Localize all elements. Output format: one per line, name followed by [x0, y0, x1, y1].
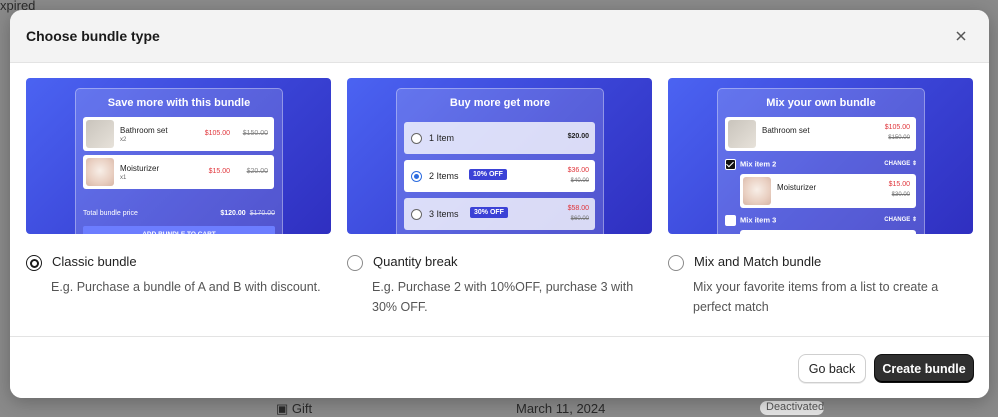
card-classic-bundle[interactable]: Save more with this bundle Bathroom set … [26, 78, 331, 317]
item-old-price: $30.00 [891, 192, 910, 198]
option-description: E.g. Purchase 2 with 10%OFF, purchase 3 … [372, 280, 634, 314]
mix-item-row: Bathroom set $105.00 $150.00 [725, 117, 916, 151]
item-price: $15.00 [208, 168, 230, 175]
quantity-old-price: $60.00 [570, 216, 589, 222]
change-link: CHANGE ⇕ [884, 161, 917, 167]
classic-item-row: Moisturizer x1 $15.00 $20.00 [83, 155, 274, 189]
quantity-label: 1 Item [429, 133, 455, 143]
quantity-label: 3 Items [429, 209, 459, 219]
moisturizer-thumbnail [743, 177, 771, 205]
quantity-price: $58.00 [567, 205, 589, 212]
mix-item-2-header: Mix item 2 CHANGE ⇕ [725, 159, 917, 170]
chevron-updown-icon: ⇕ [911, 217, 917, 223]
item-qty: x1 [120, 175, 127, 181]
item-old-price: $150.00 [242, 130, 268, 137]
background-row-date: March 11, 2024 [516, 401, 606, 416]
option-label: Classic bundle [52, 254, 137, 269]
card-quantity-break[interactable]: Buy more get more 1 Item $20.00 2 Items … [347, 78, 652, 317]
discount-tag: 10% OFF [469, 169, 507, 180]
dialog-footer: Go back Create bundle [10, 336, 989, 398]
quantity-old-price: $40.00 [570, 178, 589, 184]
mix-sub-item-row: Moisturizer $15.00 $30.00 [740, 174, 916, 208]
gift-icon: ▣ [276, 401, 289, 416]
item-name: Bathroom set [120, 126, 168, 135]
preview-radio [411, 133, 422, 144]
option-classic-bundle[interactable]: Classic bundle [26, 254, 331, 271]
checkbox-checked-icon [725, 159, 736, 170]
quantity-preview-heading: Buy more get more [449, 97, 551, 109]
option-mix-and-match[interactable]: Mix and Match bundle [668, 254, 973, 271]
item-name: Moisturizer [777, 183, 817, 192]
checkbox-unchecked-icon [725, 215, 736, 226]
quantity-row: 3 Items 30% OFF $58.00 $60.00 [404, 198, 595, 230]
mix-preview-panel: Mix your own bundle Bathroom set $105.00… [717, 88, 925, 234]
option-label: Quantity break [373, 254, 458, 269]
option-label: Mix and Match bundle [694, 254, 822, 269]
item-price: $15.00 [888, 181, 910, 188]
mix-item-label: Mix item 2 [740, 159, 777, 169]
create-bundle-button[interactable]: Create bundle [874, 354, 974, 383]
preview-radio-selected [411, 171, 422, 182]
mix-item-label: Mix item 3 [740, 215, 777, 225]
background-row-name: ▣ Gift [276, 401, 313, 416]
radio-mix-and-match[interactable] [668, 255, 684, 271]
quantity-break-preview: Buy more get more 1 Item $20.00 2 Items … [347, 78, 652, 234]
total-price-group: $120.00 $170.00 [220, 210, 275, 217]
change-link: CHANGE ⇕ [884, 217, 917, 223]
bundle-type-options: Save more with this bundle Bathroom set … [26, 78, 973, 317]
quantity-price: $36.00 [567, 167, 589, 174]
close-icon [956, 31, 966, 41]
option-description: E.g. Purchase a bundle of A and B with d… [51, 280, 321, 294]
item-name: Bathroom set [762, 126, 810, 135]
preview-add-to-cart-button: ADD BUNDLE TO CART [83, 226, 275, 234]
classic-item-row: Bathroom set x2 $105.00 $150.00 [83, 117, 274, 151]
dialog-title: Choose bundle type [26, 28, 160, 44]
go-back-button[interactable]: Go back [798, 354, 866, 383]
total-label: Total bundle price [83, 210, 138, 217]
chevron-updown-icon: ⇕ [911, 161, 917, 167]
quantity-row: 1 Item $20.00 [404, 122, 595, 154]
radio-quantity-break[interactable] [347, 255, 363, 271]
item-name: Moisturizer [120, 164, 160, 173]
quantity-preview-panel: Buy more get more 1 Item $20.00 2 Items … [396, 88, 604, 234]
item-old-price: $20.00 [246, 168, 268, 175]
quantity-label: 2 Items [429, 171, 459, 181]
dialog-header: Choose bundle type [10, 10, 989, 63]
item-old-price: $150.00 [888, 135, 910, 141]
quantity-price: $20.00 [567, 133, 589, 140]
item-price: $105.00 [204, 130, 230, 137]
moisturizer-thumbnail [86, 158, 114, 186]
mix-and-match-preview: Mix your own bundle Bathroom set $105.00… [668, 78, 973, 234]
choose-bundle-dialog: Choose bundle type Save more with this b… [10, 10, 989, 398]
classic-total-row: Total bundle price $120.00 $170.00 [83, 210, 275, 217]
bathroom-set-thumbnail [728, 120, 756, 148]
radio-classic-bundle[interactable] [26, 255, 42, 271]
classic-preview-panel: Save more with this bundle Bathroom set … [75, 88, 283, 234]
mix-sub-item-row [740, 230, 916, 234]
background-status-badge: Deactivated [760, 401, 824, 415]
close-button[interactable] [949, 24, 973, 48]
classic-bundle-preview: Save more with this bundle Bathroom set … [26, 78, 331, 234]
discount-tag: 30% OFF [470, 207, 508, 218]
total-old-price: $170.00 [249, 210, 275, 217]
mix-preview-heading: Mix your own bundle [766, 97, 876, 109]
preview-radio [411, 209, 422, 220]
bathroom-set-thumbnail [86, 120, 114, 148]
quantity-row: 2 Items 10% OFF $36.00 $40.00 [404, 160, 595, 192]
option-description: Mix your favorite items from a list to c… [693, 280, 939, 314]
card-mix-and-match[interactable]: Mix your own bundle Bathroom set $105.00… [668, 78, 973, 317]
option-quantity-break[interactable]: Quantity break [347, 254, 652, 271]
classic-preview-heading: Save more with this bundle [107, 97, 251, 109]
mix-item-3-header: Mix item 3 CHANGE ⇕ [725, 215, 917, 226]
item-qty: x2 [120, 137, 127, 143]
total-price: $120.00 [220, 210, 246, 217]
item-price: $105.00 [884, 124, 910, 131]
